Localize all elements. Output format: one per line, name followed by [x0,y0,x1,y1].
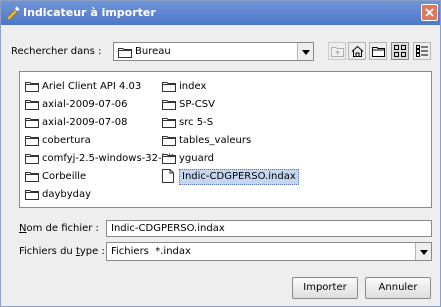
look-in-combobox[interactable]: Bureau [113,42,314,61]
details-view-button[interactable] [413,42,431,60]
folder-icon [25,118,39,128]
chevron-down-icon [302,50,310,55]
folder-icon [162,82,176,92]
file-type-dropdown-button[interactable] [415,243,431,260]
home-icon [351,45,364,57]
list-item-label: comfyj-2.5-windows-32-bit [42,153,175,164]
list-item-label: cobertura [42,135,91,146]
list-item-label: tables_valeurs [179,135,252,146]
close-button[interactable] [421,4,438,21]
folder-icon [25,154,39,164]
list-item-label: SP-CSV [179,99,215,110]
new-folder-button[interactable] [369,42,387,60]
file-type-value: Fichiers *.indax [111,246,191,257]
home-button[interactable] [348,42,366,60]
folder-icon [25,190,39,200]
file-type-label-post: ype : [79,246,105,257]
list-item-label: Ariel Client API 4.03 [42,81,142,92]
title-bar[interactable]: Indicateur à importer [1,1,440,25]
list-item-label: index [179,81,207,92]
details-view-icon [416,45,428,57]
look-in-value: Bureau [135,46,171,57]
folder-icon [25,136,39,146]
up-folder-icon [331,47,344,57]
chevron-down-icon [420,250,428,255]
file-name-input[interactable]: Indic-CDGPERSO.indax [106,220,432,237]
file-icon [162,169,174,183]
folder-icon [118,48,132,58]
folder-icon [162,118,176,128]
list-item-label: Corbeille [42,171,87,182]
file-list[interactable]: Ariel Client API 4.03 axial-2009-07-06 a… [19,71,432,208]
file-chooser-dialog: Indicateur à importer Rechercher dans : … [0,0,441,307]
file-type-combobox[interactable]: Fichiers *.indax [106,242,432,261]
file-name-label-rest: om de fichier : [26,223,99,234]
cancel-button[interactable]: Annuler [365,277,431,299]
folder-icon [25,82,39,92]
window-title: Indicateur à importer [23,6,156,19]
list-view-button[interactable] [391,42,409,60]
file-name-label: Nom de fichier : [19,223,99,234]
app-icon [6,6,20,21]
file-type-label: Fichiers du type : [19,246,105,257]
file-type-label-pre: Fichiers du [19,246,76,257]
folder-icon [162,100,176,110]
list-item-label: src 5-S [179,117,214,128]
close-icon [425,8,434,17]
folder-icon [162,136,176,146]
folder-icon [162,154,176,164]
look-in-dropdown-button[interactable] [297,43,313,60]
folder-icon [25,172,39,182]
import-button[interactable]: Importer [292,277,358,299]
folder-icon [25,100,39,110]
list-item-label: daybyday [42,189,92,200]
new-folder-icon [372,47,385,57]
list-view-icon [394,45,406,57]
look-in-label: Rechercher dans : [11,46,102,57]
up-one-level-button[interactable] [328,42,346,60]
list-item-label: Indic-CDGPERSO.indax [179,169,299,185]
list-item-label: axial-2009-07-06 [42,99,128,110]
list-item-label: axial-2009-07-08 [42,117,128,128]
list-item-label: yguard [179,153,215,164]
